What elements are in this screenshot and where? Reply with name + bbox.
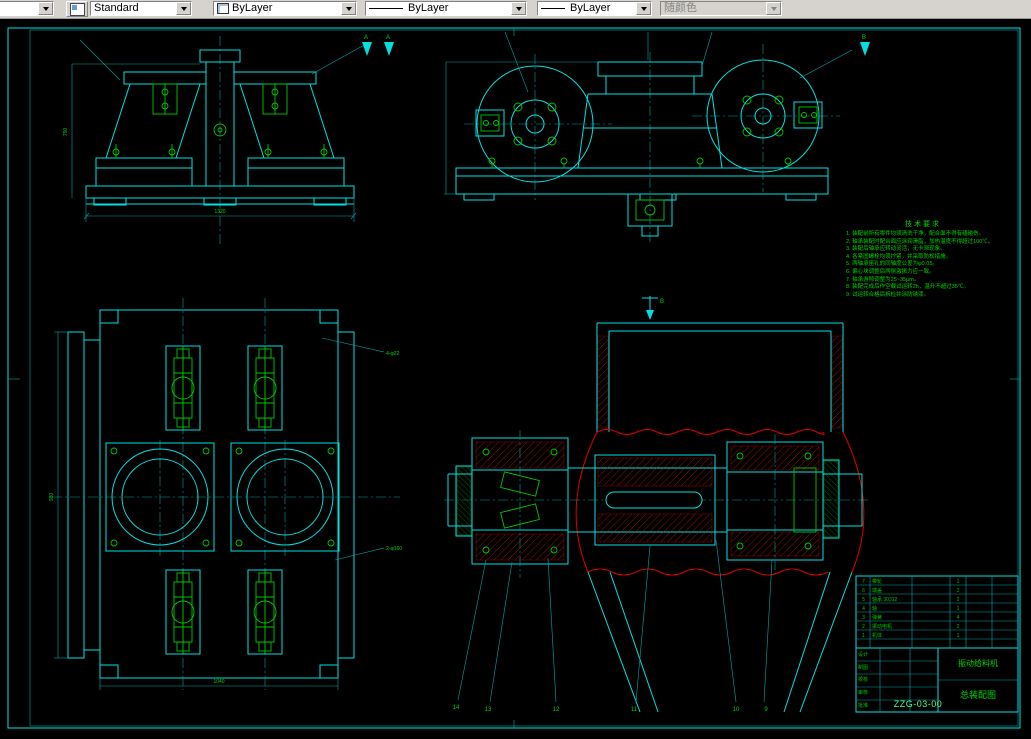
dropdown-arrow-icon[interactable] [636, 2, 651, 15]
lineweight-combo[interactable]: ByLayer [537, 1, 652, 16]
dropdown-arrow-icon[interactable] [176, 2, 191, 15]
section-label-b: B [862, 35, 866, 41]
callout-2: 2-φ160 [386, 546, 402, 552]
dim-front-height: 750 [63, 128, 69, 137]
section-flag-icon [362, 42, 372, 56]
signature-label: 审核 [858, 690, 869, 697]
lineweight-preview-icon [541, 8, 565, 9]
plotstyle-combo: 随颜色 [660, 1, 782, 16]
balloon-label: 10 [733, 707, 740, 713]
balloon-label: 9 [764, 707, 768, 713]
dim-front-width: 1320 [214, 209, 225, 215]
bearing-right [726, 434, 840, 574]
linetype-value: ByLayer [408, 2, 449, 14]
note-line: 6. 偏心块调整后两侧激振力应一致。 [846, 268, 935, 275]
section-arrow-label: B [660, 299, 664, 305]
lineweight-value: ByLayer [570, 2, 611, 14]
dropdown-arrow-icon[interactable] [38, 2, 53, 15]
layer-combo[interactable] [0, 1, 54, 16]
note-line: 8. 装配完成后作空载试运转2h，温升不超过35℃。 [846, 284, 969, 291]
callout-1: 4-φ22 [386, 351, 399, 357]
dim-plan-height: 980 [49, 493, 55, 502]
signature-label: 批准 [858, 702, 869, 709]
properties-toolbar: Standard ByLayer ByLayer ByLayer 随颜色 [0, 0, 1031, 19]
parts-list-row: 7 带轮 1 [862, 578, 960, 586]
note-line: 2. 轴承装配时配合面应涂润滑脂，加热温度不得超过100℃。 [846, 238, 994, 245]
note-line: 9. 试运转合格后拆检并涂防锈漆。 [846, 291, 930, 298]
view-shaft-section: B 14 13 12 11 10 9 [444, 296, 870, 713]
note-line: 3. 装配后轴承应转动灵活，无卡滞现象。 [846, 246, 946, 253]
section-flag-icon [384, 42, 394, 56]
cad-window: Standard ByLayer ByLayer ByLayer 随颜色 132… [0, 0, 1031, 739]
text-style-combo[interactable]: Standard [90, 1, 192, 16]
section-flag-icon [860, 42, 870, 56]
signature-label: 校核 [858, 677, 869, 684]
text-style-button[interactable] [66, 1, 88, 17]
dropdown-arrow-icon[interactable] [511, 2, 526, 15]
section-label-a1: A [364, 35, 368, 41]
balloon-label: 13 [485, 707, 492, 713]
view-plan: 980 1040 4-φ22 2-φ160 [49, 298, 402, 690]
parts-list-row: 6 端盖 2 [862, 587, 960, 595]
linetype-combo[interactable]: ByLayer [365, 1, 527, 16]
bearing-left [455, 430, 569, 578]
spring-assembly [247, 345, 283, 431]
spring-assembly [165, 345, 201, 431]
drawing-title-line1: 振动给料机 [958, 659, 998, 668]
drawing-title-line2: 总装配图 [959, 690, 996, 700]
parts-list-row: 2 振动电机 2 [862, 623, 960, 631]
parts-list: 7 带轮 1 6 端盖 2 5 轴承 30312 2 4 轴 1 3 弹簧 4 … [857, 577, 1017, 640]
text-style-value: Standard [94, 2, 139, 14]
section-label-a2: A [386, 35, 390, 41]
dropdown-arrow-icon [766, 2, 781, 15]
spring-assembly [165, 569, 201, 655]
note-line: 5. 两轴承座孔的同轴度公差为φ0.05。 [846, 261, 938, 268]
notes-lines: 1. 装配前所有零件均须清洗干净，配合面不得有磕碰伤。 2. 轴承装配时配合面应涂… [846, 231, 1000, 298]
parts-list-row: 3 弹簧 4 [862, 614, 960, 622]
view-front-elevation: 1320 750 A A [63, 35, 394, 244]
parts-list-row: 4 轴 1 [862, 605, 960, 613]
title-block-signature-labels: 设计制图校核审核批准 [858, 649, 880, 712]
balloon-label: 14 [453, 705, 460, 711]
parts-list-row: 5 轴承 30312 2 [862, 596, 960, 604]
note-line: 7. 轴承游隙调整为25~35μm。 [846, 276, 920, 283]
view-side-elevation: B [444, 31, 870, 244]
isolator-left [152, 83, 178, 115]
dropdown-arrow-icon[interactable] [341, 2, 356, 15]
balloon-label: 11 [631, 707, 638, 713]
dim-plan-width: 1040 [213, 679, 224, 685]
color-combo[interactable]: ByLayer [213, 1, 357, 16]
plotstyle-value: 随颜色 [664, 2, 697, 14]
isolator-right [262, 83, 288, 115]
note-line: 1. 装配前所有零件均须清洗干净，配合面不得有磕碰伤。 [846, 231, 985, 237]
spring-assembly [247, 569, 283, 655]
color-value: ByLayer [232, 2, 273, 14]
parts-list-row: 1 机体 1 [862, 632, 960, 640]
bylayer-color-swatch-icon [217, 3, 229, 14]
linetype-preview-icon [369, 8, 403, 9]
notes-title: 技术要求 [905, 221, 941, 228]
balloon-label: 12 [553, 707, 560, 713]
note-line: 4. 各紧固螺栓均须拧紧，并采取防松措施。 [846, 253, 952, 260]
signature-label: 设计 [858, 652, 869, 658]
style-icon [69, 2, 85, 16]
technical-notes: 技术要求 1. 装配前所有零件均须清洗干净，配合面不得有磕碰伤。 2. 轴承装配时… [846, 219, 1000, 299]
signature-label: 制图 [858, 664, 869, 671]
